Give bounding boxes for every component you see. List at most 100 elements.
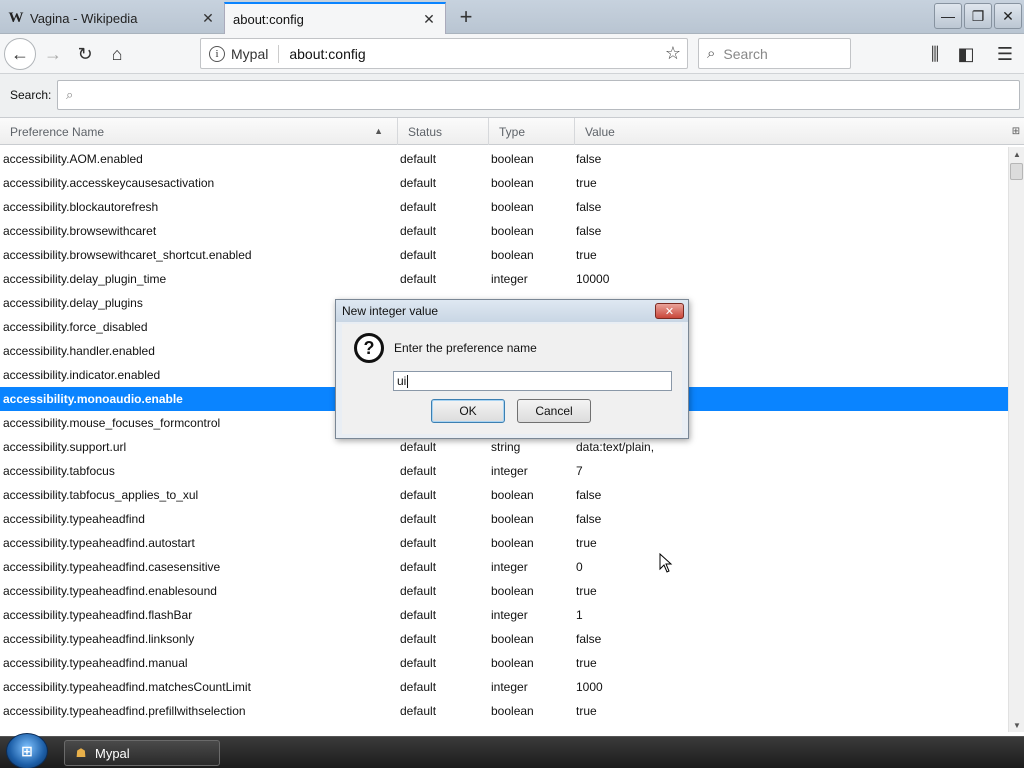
preference-name-input[interactable]: ui xyxy=(393,371,672,391)
pref-name-cell: accessibility.browsewithcaret_shortcut.e… xyxy=(3,248,252,262)
close-tab-icon[interactable]: ✕ xyxy=(200,10,216,26)
scroll-down-icon[interactable]: ▼ xyxy=(1009,718,1024,732)
pref-status-cell: default xyxy=(400,248,437,262)
pref-type-cell: boolean xyxy=(491,152,534,166)
cancel-button[interactable]: Cancel xyxy=(517,399,591,423)
pref-status-cell: default xyxy=(400,632,437,646)
taskbar: ⊞ ☗ Mypal xyxy=(0,733,1024,768)
table-row[interactable]: accessibility.typeaheadfind.linksonly def… xyxy=(0,627,1008,651)
taskbar-item-label: Mypal xyxy=(95,745,130,761)
dialog-close-button[interactable]: ✕ xyxy=(655,303,684,319)
pref-value-cell: true xyxy=(576,704,597,718)
pref-name-cell: accessibility.accesskeycausesactivation xyxy=(3,176,215,190)
table-row[interactable]: accessibility.typeaheadfind.manual defaul… xyxy=(0,651,1008,675)
column-type[interactable]: Type xyxy=(489,118,575,145)
column-status[interactable]: Status xyxy=(398,118,489,145)
window-close-button[interactable]: ✕ xyxy=(994,3,1022,29)
dialog-title: New integer value xyxy=(342,304,439,318)
bookmark-star-icon[interactable]: ☆ xyxy=(659,43,687,64)
reload-button[interactable]: ↻ xyxy=(70,39,100,69)
web-search-input[interactable]: ⌕ Search xyxy=(698,38,851,69)
table-row[interactable]: accessibility.typeaheadfind.prefillwiths… xyxy=(0,699,1008,723)
pref-status-cell: default xyxy=(400,704,437,718)
taskbar-item-mypal[interactable]: ☗ Mypal xyxy=(64,740,220,766)
pref-value-cell: 10000 xyxy=(576,272,610,286)
pref-name-cell: accessibility.typeaheadfind xyxy=(3,512,145,526)
close-tab-icon[interactable]: ✕ xyxy=(421,11,437,27)
search-placeholder: Search xyxy=(723,45,768,62)
menu-icon[interactable]: ☰ xyxy=(990,39,1020,69)
preferences-table-body: accessibility.AOM.enabled default boolean f… xyxy=(0,147,1008,732)
pref-type-cell: boolean xyxy=(491,512,534,526)
scrollbar-thumb[interactable] xyxy=(1010,163,1023,180)
vertical-scrollbar[interactable]: ▲ ▼ xyxy=(1008,147,1024,732)
pref-value-cell: true xyxy=(576,176,597,190)
scroll-up-icon[interactable]: ▲ xyxy=(1009,147,1024,161)
pref-status-cell: default xyxy=(400,464,437,478)
identity-label[interactable]: Mypal xyxy=(231,46,268,62)
column-value[interactable]: Value xyxy=(575,118,1008,145)
wikipedia-icon: W xyxy=(8,9,24,26)
info-icon[interactable]: i xyxy=(209,45,225,62)
config-search-label: Search: xyxy=(10,88,52,102)
pref-value-cell: 0 xyxy=(576,560,583,574)
pref-type-cell: integer xyxy=(491,560,528,574)
pref-type-cell: integer xyxy=(491,464,528,478)
mouse-cursor-icon xyxy=(659,553,673,573)
sort-ascending-icon: ▲ xyxy=(374,126,383,136)
pref-status-cell: default xyxy=(400,272,437,286)
config-search-input[interactable]: ⌕ xyxy=(57,80,1020,110)
pref-type-cell: boolean xyxy=(491,176,534,190)
home-button[interactable]: ⌂ xyxy=(102,39,132,69)
back-button[interactable]: ← xyxy=(4,38,36,70)
table-row[interactable]: accessibility.blockautorefresh default boo… xyxy=(0,195,1008,219)
pref-type-cell: integer xyxy=(491,680,528,694)
pref-type-cell: string xyxy=(491,440,521,454)
column-preference-name[interactable]: Preference Name ▲ xyxy=(0,118,398,145)
sidebar-icon[interactable]: ◧ xyxy=(951,39,981,69)
pref-status-cell: default xyxy=(400,224,437,238)
pref-value-cell: true xyxy=(576,584,597,598)
input-value: ui xyxy=(397,374,407,388)
table-row[interactable]: accessibility.typeaheadfind.flashBar defa… xyxy=(0,603,1008,627)
dialog-titlebar: New integer value ✕ xyxy=(336,300,688,322)
table-row[interactable]: accessibility.tabfocus default integer 7 xyxy=(0,459,1008,483)
pref-type-cell: boolean xyxy=(491,632,534,646)
table-row[interactable]: accessibility.typeaheadfind.casesensitiv… xyxy=(0,555,1008,579)
table-row[interactable]: accessibility.typeaheadfind.matchesCount… xyxy=(0,675,1008,699)
forward-button[interactable]: → xyxy=(38,39,68,69)
library-icon[interactable]: ⫼ xyxy=(920,39,950,69)
table-row[interactable]: accessibility.tabfocus_applies_to_xul def… xyxy=(0,483,1008,507)
pref-name-cell: accessibility.typeaheadfind.enablesound xyxy=(3,584,217,598)
table-row[interactable]: accessibility.typeaheadfind.enablesound d… xyxy=(0,579,1008,603)
pref-status-cell: default xyxy=(400,152,437,166)
table-row[interactable]: accessibility.typeaheadfind default boolea… xyxy=(0,507,1008,531)
pref-type-cell: boolean xyxy=(491,704,534,718)
url-bar[interactable]: i Mypal about:config ☆ xyxy=(200,38,688,69)
minimize-button[interactable]: — xyxy=(934,3,962,29)
table-row[interactable]: accessibility.accesskeycausesactivation d… xyxy=(0,171,1008,195)
start-button[interactable]: ⊞ xyxy=(6,733,48,768)
column-picker-icon[interactable]: ⊞ xyxy=(1008,118,1024,145)
tab-about-config[interactable]: about:config ✕ xyxy=(224,2,446,34)
pref-status-cell: default xyxy=(400,440,437,454)
table-row[interactable]: accessibility.typeaheadfind.autostart def… xyxy=(0,531,1008,555)
table-row[interactable]: accessibility.AOM.enabled default boolean f… xyxy=(0,147,1008,171)
ok-button[interactable]: OK xyxy=(431,399,505,423)
pref-value-cell: true xyxy=(576,248,597,262)
table-row[interactable]: accessibility.browsewithcaret default bool… xyxy=(0,219,1008,243)
pref-type-cell: boolean xyxy=(491,200,534,214)
pref-value-cell: data:text/plain, xyxy=(576,440,655,454)
new-tab-button[interactable]: + xyxy=(452,2,480,32)
restore-button[interactable]: ❐ xyxy=(964,3,992,29)
navigation-toolbar: ← → ↻ ⌂ i Mypal about:config ☆ ⌕ Search … xyxy=(0,34,1024,74)
pref-status-cell: default xyxy=(400,176,437,190)
pref-status-cell: default xyxy=(400,512,437,526)
table-row[interactable]: accessibility.delay_plugin_time default in… xyxy=(0,267,1008,291)
table-row[interactable]: accessibility.browsewithcaret_shortcut.e… xyxy=(0,243,1008,267)
pref-value-cell: false xyxy=(576,488,602,502)
dialog-body: ? Enter the preference name ui OK Cancel xyxy=(342,324,682,434)
search-icon: ⌕ xyxy=(707,45,716,62)
tab-wikipedia[interactable]: W Vagina - Wikipedia ✕ xyxy=(0,2,224,34)
url-text[interactable]: about:config xyxy=(289,46,659,62)
